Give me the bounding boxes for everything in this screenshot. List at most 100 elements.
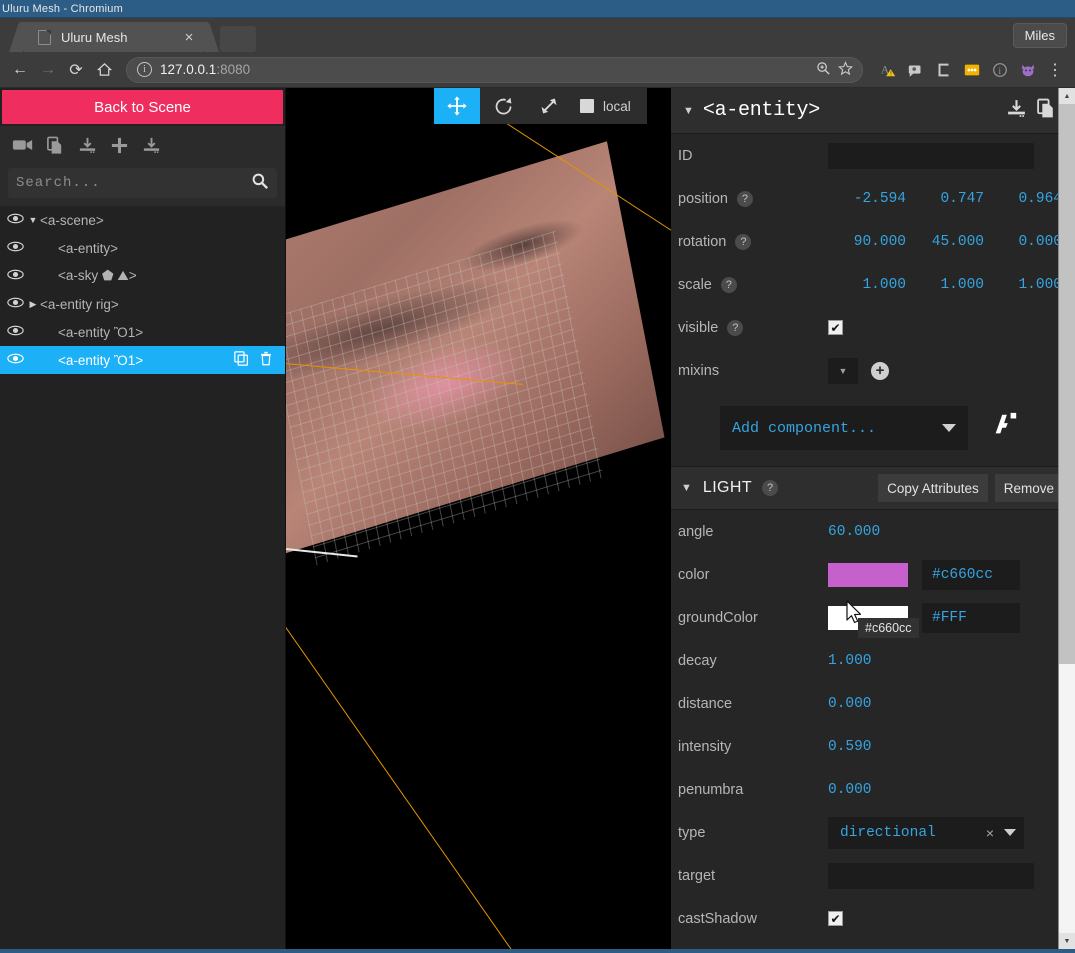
property-row-castshadow: castShadow ✔	[671, 897, 1075, 940]
search-input[interactable]	[16, 175, 251, 191]
position-z-input[interactable]: 0.964	[984, 191, 1062, 207]
tree-row-selected[interactable]: <a-entity Ὂ1>	[0, 346, 285, 374]
rotation-y-input[interactable]: 45.000	[906, 234, 984, 250]
property-row-intensity: intensity 0.590	[671, 725, 1075, 768]
chevron-down-icon[interactable]: ▼	[681, 482, 692, 494]
svg-text:i: i	[998, 65, 1001, 75]
coordinate-space-toggle[interactable]: local	[572, 99, 647, 114]
help-icon[interactable]: ?	[735, 234, 751, 250]
3d-viewport[interactable]: local × #c660cc	[286, 88, 671, 949]
tree-row[interactable]: <a-sky ⬟ ⛰>	[0, 262, 285, 290]
copy-attributes-button[interactable]: Copy Attributes	[878, 474, 988, 502]
profile-chip[interactable]: Miles	[1013, 23, 1067, 48]
star-icon[interactable]	[834, 61, 856, 79]
delete-entity-icon[interactable]	[259, 351, 273, 369]
eye-icon[interactable]	[4, 325, 26, 339]
add-component-select[interactable]: Add component...	[720, 406, 968, 450]
aframe-logo-icon[interactable]	[990, 411, 1020, 445]
close-icon[interactable]: ×	[180, 30, 198, 45]
rotation-x-input[interactable]: 90.000	[828, 234, 906, 250]
eye-icon[interactable]	[4, 213, 26, 227]
url-text: 127.0.0.1:8080	[160, 62, 812, 77]
visible-checkbox[interactable]: ✔	[828, 320, 843, 335]
scroll-down-icon[interactable]: ▼	[1059, 933, 1075, 949]
camera-icon[interactable]	[10, 132, 36, 158]
help-icon[interactable]: ?	[762, 480, 778, 496]
color-hex-input[interactable]: #c660cc	[922, 560, 1020, 590]
angle-input[interactable]: 60.000	[828, 524, 948, 540]
id-input[interactable]	[828, 143, 1034, 169]
download-icon[interactable]	[1001, 98, 1031, 124]
clear-icon[interactable]: ×	[986, 825, 994, 841]
rotation-z-input[interactable]: 0.000	[984, 234, 1062, 250]
help-icon[interactable]: ?	[737, 191, 753, 207]
clone-entity-icon[interactable]	[234, 351, 249, 369]
eye-icon[interactable]	[4, 241, 26, 255]
inspector-scrollbar[interactable]: ▲ ▼	[1058, 88, 1075, 949]
mixins-select[interactable]: ▼	[828, 358, 858, 384]
twisty-icon[interactable]: ▶	[26, 299, 40, 310]
castshadow-checkbox[interactable]: ✔	[828, 911, 843, 926]
scrollbar-thumb[interactable]	[1059, 104, 1075, 664]
address-bar[interactable]: i 127.0.0.1:8080	[126, 57, 863, 83]
back-icon[interactable]: ←	[6, 56, 34, 84]
forward-icon[interactable]: →	[34, 56, 62, 84]
search-icon[interactable]	[251, 172, 269, 195]
tree-row[interactable]: ▼ <a-scene>	[0, 206, 285, 234]
tree-row[interactable]: <a-entity>	[0, 234, 285, 262]
scale-z-input[interactable]: 1.000	[984, 277, 1062, 293]
light-type-select[interactable]: directional ×	[828, 817, 1024, 849]
chevron-down-icon	[1004, 829, 1016, 836]
groundcolor-hex-input[interactable]: #FFF	[922, 603, 1020, 633]
property-row-type: type directional ×	[671, 811, 1075, 854]
decay-input[interactable]: 1.000	[828, 653, 948, 669]
translate-icon[interactable]	[434, 88, 480, 124]
penumbra-input[interactable]: 0.000	[828, 782, 948, 798]
download-gltf-icon[interactable]	[74, 132, 100, 158]
add-mixin-icon[interactable]: +	[871, 362, 889, 380]
adblock-warning-icon[interactable]: A!	[875, 57, 901, 83]
purple-cat-icon[interactable]	[1015, 57, 1041, 83]
scale-x-input[interactable]: 1.000	[828, 277, 906, 293]
eye-icon[interactable]	[4, 269, 26, 283]
info-circle-icon[interactable]: i	[137, 62, 152, 77]
intensity-input[interactable]: 0.590	[828, 739, 948, 755]
target-input[interactable]	[828, 863, 1034, 889]
scroll-up-icon[interactable]: ▲	[1059, 88, 1075, 104]
new-tab-button[interactable]	[220, 26, 256, 52]
property-label: intensity	[678, 739, 828, 755]
zoom-in-icon[interactable]	[812, 61, 834, 79]
bracket-icon[interactable]	[931, 57, 957, 83]
browser-tab[interactable]: Uluru Mesh ×	[24, 22, 204, 52]
export-scene-icon[interactable]	[138, 132, 164, 158]
browser-menu-icon[interactable]: ⋮	[1041, 56, 1069, 84]
tree-item-label: <a-entity rig>	[40, 297, 285, 312]
tree-row[interactable]: <a-entity Ὂ1>	[0, 318, 285, 346]
color-swatch-button[interactable]	[828, 563, 908, 587]
add-entity-icon[interactable]	[106, 132, 132, 158]
copy-icon[interactable]	[42, 132, 68, 158]
scale-y-input[interactable]: 1.000	[906, 277, 984, 293]
eye-icon[interactable]	[4, 297, 26, 311]
distance-input[interactable]: 0.000	[828, 696, 948, 712]
twisty-icon[interactable]: ▼	[26, 215, 40, 225]
back-to-scene-button[interactable]: Back to Scene	[2, 90, 283, 124]
rotate-icon[interactable]	[480, 88, 526, 124]
speech-bubble-icon[interactable]	[903, 57, 929, 83]
orange-dots-icon[interactable]	[959, 57, 985, 83]
remove-component-button[interactable]: Remove	[995, 474, 1063, 502]
eye-icon[interactable]	[4, 353, 26, 367]
scale-icon[interactable]	[526, 88, 572, 124]
chevron-down-icon[interactable]: ▼	[683, 105, 694, 117]
help-icon[interactable]: ?	[727, 320, 743, 336]
info-circle-icon[interactable]: i	[987, 57, 1013, 83]
position-y-input[interactable]: 0.747	[906, 191, 984, 207]
copy-icon[interactable]	[1031, 98, 1061, 124]
home-icon[interactable]	[90, 56, 118, 84]
reload-icon[interactable]: ⟳	[62, 56, 90, 84]
row-actions	[234, 351, 285, 369]
search-box[interactable]	[8, 168, 277, 198]
tree-row[interactable]: ▶ <a-entity rig>	[0, 290, 285, 318]
help-icon[interactable]: ?	[721, 277, 737, 293]
position-x-input[interactable]: -2.594	[828, 191, 906, 207]
